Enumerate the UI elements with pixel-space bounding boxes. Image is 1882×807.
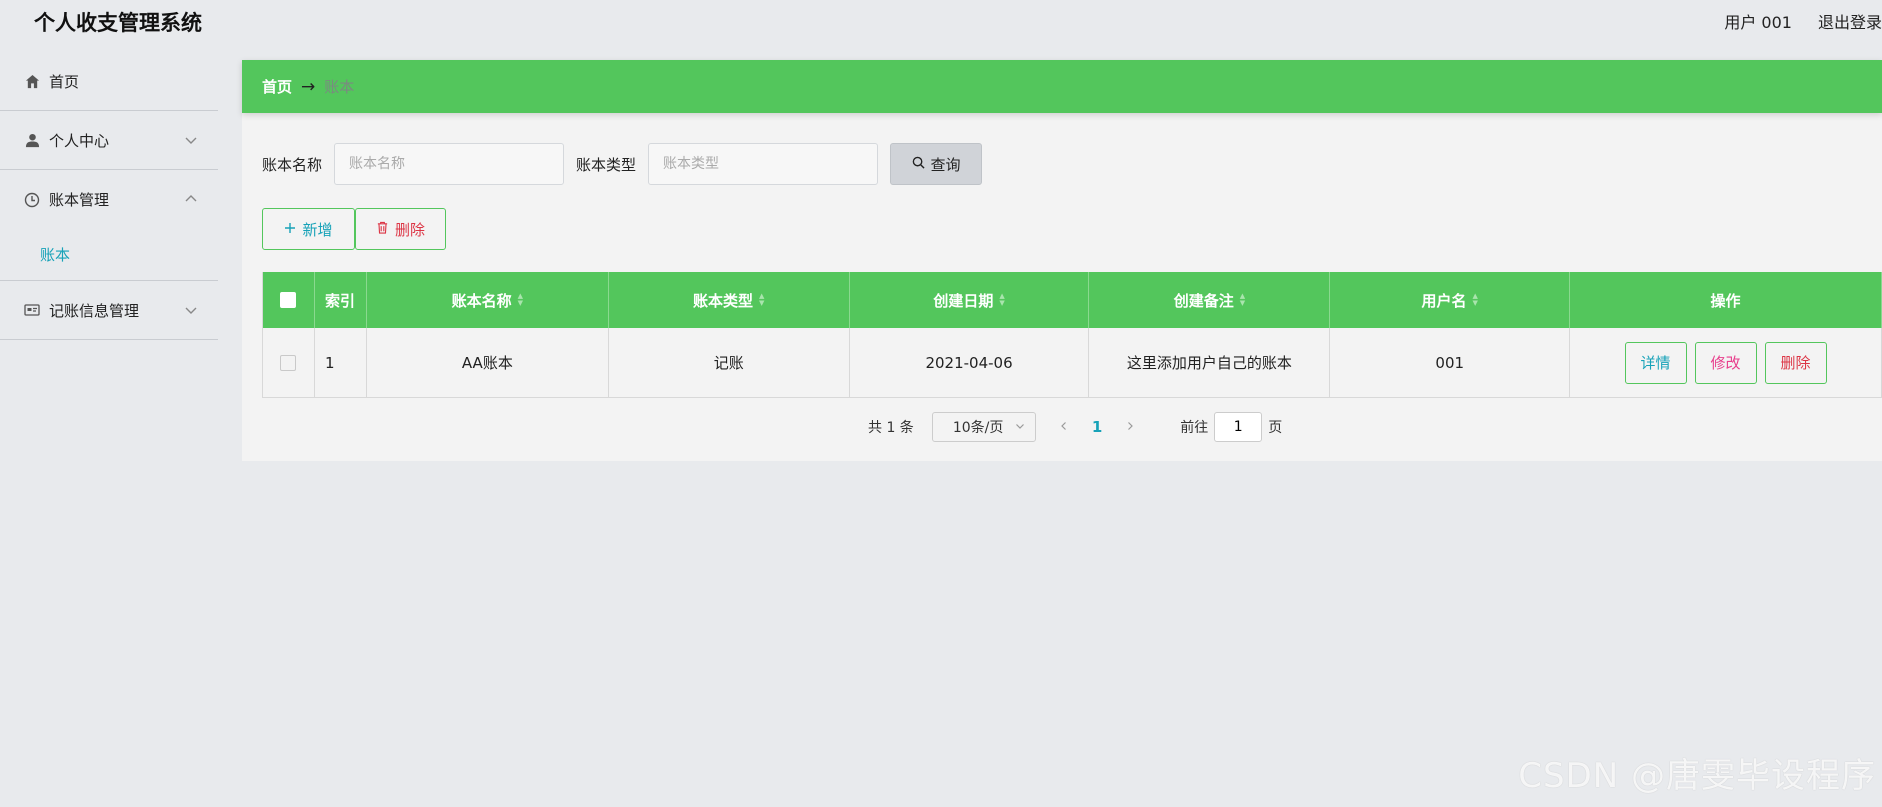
- header-index-label: 索引: [324, 291, 355, 310]
- chevron-left-icon: [1060, 422, 1066, 430]
- ledger-type-input[interactable]: [648, 143, 879, 185]
- prev-page-button[interactable]: [1054, 419, 1074, 435]
- header-note-label: 创建备注: [1173, 291, 1234, 310]
- cell-type: 记账: [609, 328, 850, 397]
- page-number-current[interactable]: 1: [1092, 418, 1102, 436]
- sort-icon[interactable]: ▲ ▼: [1240, 293, 1245, 307]
- header-date[interactable]: 创建日期 ▲ ▼: [850, 272, 1090, 328]
- header-user[interactable]: 用户名 ▲ ▼: [1330, 272, 1571, 328]
- cell-ops: 详情 修改 删除: [1570, 328, 1882, 397]
- edit-button[interactable]: 修改: [1694, 341, 1757, 384]
- watermark: CSDN @唐雯毕设程序: [1518, 756, 1876, 796]
- header-type-label: 账本类型: [693, 291, 754, 310]
- sort-icon[interactable]: ▲ ▼: [759, 293, 764, 307]
- row-delete-button[interactable]: 删除: [1764, 341, 1827, 384]
- add-button[interactable]: 新增: [262, 208, 355, 250]
- cell-note: 这里添加用户自己的账本: [1089, 328, 1331, 397]
- ledger-type-label: 账本类型: [576, 155, 637, 174]
- goto-page-input[interactable]: [1214, 412, 1263, 442]
- delete-label: 删除: [394, 220, 425, 239]
- action-toolbar: 新增 删除: [262, 208, 446, 250]
- cell-name: AA账本: [367, 328, 609, 397]
- sidebar-item-label: 账本管理: [49, 191, 110, 209]
- goto-label: 前往: [1180, 420, 1209, 436]
- user-icon: [24, 132, 40, 148]
- sidebar-item-label: 首页: [49, 72, 80, 91]
- sidebar-item-label: 个人中心: [49, 131, 110, 150]
- header-right: 用户 001 退出登录: [1724, 9, 1882, 33]
- home-icon: [24, 73, 40, 89]
- row-select: [263, 328, 315, 397]
- sort-icon[interactable]: ▲ ▼: [518, 293, 523, 307]
- logout-link[interactable]: 退出登录: [1818, 9, 1882, 33]
- cell-user: 001: [1330, 328, 1571, 397]
- ledger-name-input[interactable]: [334, 143, 565, 185]
- detail-button[interactable]: 详情: [1624, 341, 1687, 384]
- sidebar-item-profile[interactable]: 个人中心: [0, 111, 218, 170]
- pagination-total: 共 1 条: [868, 420, 914, 436]
- sidebar-subitem-ledger[interactable]: 账本: [0, 229, 218, 281]
- chevron-right-icon: [1128, 422, 1134, 430]
- ledger-table: 索引 账本名称 ▲ ▼ 账本类型 ▲ ▼ 创建日期 ▲ ▼ 创建备注 ▲ ▼ 用户名 ▲ ▼ 操作 …: [262, 272, 1882, 398]
- clock-icon: [24, 192, 40, 208]
- page-suffix: 页: [1268, 420, 1283, 436]
- page-size-value: 10条/页: [952, 420, 1004, 436]
- query-button[interactable]: 查询: [890, 143, 983, 185]
- card-icon: [24, 302, 40, 318]
- trash-icon: [376, 220, 389, 238]
- header-note[interactable]: 创建备注 ▲ ▼: [1089, 272, 1331, 328]
- user-name[interactable]: 用户 001: [1724, 9, 1792, 33]
- sidebar: 首页 个人中心 账本管理 账本 记账信息管理: [0, 52, 218, 807]
- select-all-checkbox[interactable]: [280, 292, 297, 308]
- table-header: 索引 账本名称 ▲ ▼ 账本类型 ▲ ▼ 创建日期 ▲ ▼ 创建备注 ▲ ▼ 用户名 ▲ ▼ 操作: [263, 272, 1882, 328]
- sidebar-item-ledger-mgmt[interactable]: 账本管理: [0, 170, 218, 229]
- sort-icon[interactable]: ▲ ▼: [1473, 293, 1478, 307]
- page-size-select[interactable]: 10条/页: [931, 412, 1036, 442]
- header-name[interactable]: 账本名称 ▲ ▼: [367, 272, 609, 328]
- main-content: 首页 → 账本 账本名称 账本类型 查询 新增 删除: [242, 60, 1882, 461]
- sidebar-item-records-mgmt[interactable]: 记账信息管理: [0, 281, 218, 340]
- chevron-up-icon: [184, 192, 198, 206]
- sort-icon[interactable]: ▲ ▼: [999, 293, 1004, 307]
- header-select-all: [263, 272, 315, 328]
- cell-index: 1: [315, 328, 367, 397]
- chevron-down-icon: [184, 303, 198, 317]
- cell-date: 2021-04-06: [850, 328, 1090, 397]
- header-user-label: 用户名: [1421, 291, 1467, 310]
- chevron-down-icon: [1015, 419, 1025, 435]
- breadcrumb: 首页 → 账本: [242, 60, 1882, 113]
- delete-button[interactable]: 删除: [355, 208, 446, 250]
- pagination: 共 1 条 10条/页 1 前往 页: [868, 412, 1282, 442]
- header-ops: 操作: [1570, 272, 1882, 328]
- ledger-name-label: 账本名称: [262, 155, 323, 174]
- chevron-down-icon: [184, 133, 198, 147]
- header-index: 索引: [315, 272, 367, 328]
- header-name-label: 账本名称: [451, 291, 512, 310]
- table-row: 1 AA账本 记账 2021-04-06 这里添加用户自己的账本 001 详情 …: [263, 328, 1882, 398]
- breadcrumb-separator: →: [301, 76, 316, 97]
- header-type[interactable]: 账本类型 ▲ ▼: [609, 272, 850, 328]
- breadcrumb-home[interactable]: 首页: [262, 76, 292, 97]
- add-label: 新增: [302, 220, 333, 239]
- top-header: 个人收支管理系统 用户 001 退出登录: [0, 0, 1882, 42]
- header-ops-label: 操作: [1710, 291, 1741, 310]
- row-checkbox[interactable]: [280, 354, 297, 371]
- app-title: 个人收支管理系统: [34, 11, 202, 35]
- sidebar-item-home[interactable]: 首页: [0, 52, 218, 111]
- next-page-button[interactable]: [1120, 419, 1140, 435]
- sidebar-item-label: 记账信息管理: [49, 301, 140, 320]
- breadcrumb-current: 账本: [324, 78, 355, 96]
- search-form: 账本名称 账本类型 查询: [262, 143, 983, 185]
- header-date-label: 创建日期: [933, 291, 994, 310]
- search-icon: [912, 155, 925, 173]
- query-label: 查询: [930, 155, 961, 174]
- plus-icon: [284, 220, 296, 238]
